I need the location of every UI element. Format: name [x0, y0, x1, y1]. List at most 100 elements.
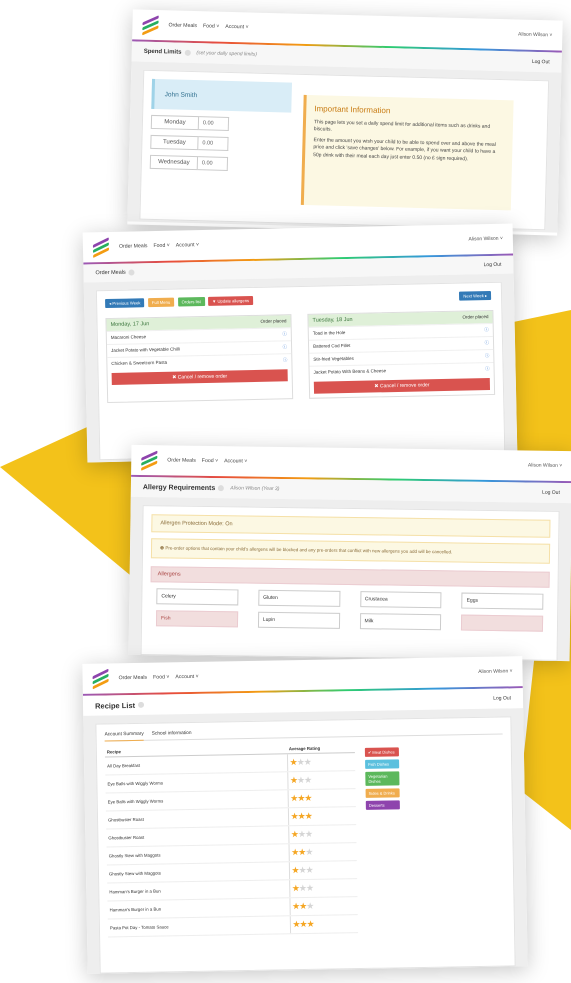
day-card-tuesday: Tuesday, 18 Jun Order placed Toad in the … — [307, 309, 496, 399]
recipe-tabs: Account Summary School information — [104, 725, 503, 742]
recipes-panel: Account Summary School information Recip… — [95, 716, 516, 974]
info-paragraph-1: This page lets you set a daily spend lim… — [313, 118, 491, 133]
logout-link[interactable]: Log Out — [532, 59, 550, 65]
update-allergens-button[interactable]: ▼ Update allergens — [208, 295, 254, 306]
page-title: Spend Limits — [143, 48, 182, 56]
info-icon[interactable]: ⓘ — [283, 357, 288, 363]
allergen-fish[interactable]: Fish — [155, 610, 238, 628]
table-row[interactable]: Pasta Pot Day - Tomato Sauce ★★★ — [107, 914, 359, 937]
rating-stars: ★★★ — [289, 896, 358, 916]
spend-input[interactable]: 0.00 — [197, 156, 229, 171]
order-status: Order placed — [462, 314, 489, 320]
logout-link[interactable]: Log Out — [542, 490, 560, 496]
allergen-milk[interactable]: Milk — [359, 613, 442, 631]
cancel-order-button[interactable]: ✖ Cancel / remove order — [111, 369, 288, 385]
nav-food[interactable]: Food ˅ — [203, 23, 219, 29]
nav-food[interactable]: Food ˅ — [153, 674, 169, 680]
item-name: Macaroni Cheese — [110, 334, 147, 340]
nav-account[interactable]: Account ˅ — [224, 458, 247, 464]
day-label: Tuesday — [150, 134, 199, 151]
day-label: Wednesday — [149, 154, 199, 171]
orders-list-button[interactable]: Orders list — [177, 296, 205, 307]
allergen-crustacea[interactable]: Crustacea — [359, 591, 442, 609]
child-name: John Smith — [151, 78, 293, 113]
rating-stars: ★★★ — [287, 770, 356, 790]
spend-panel: John Smith Monday 0.00 Tuesday 0.00 Wedn… — [139, 69, 550, 231]
cancel-order-button[interactable]: ✖ Cancel / remove order — [313, 378, 491, 394]
category-buttons: ✔ Meat Dishes Fish Dishes Vegetarian Dis… — [364, 747, 400, 813]
day-label: Monday, 17 Jun — [110, 321, 150, 328]
help-icon[interactable] — [218, 485, 225, 492]
spend-input[interactable]: 0.00 — [198, 136, 229, 151]
logo-icon — [142, 14, 159, 35]
nav-order-meals[interactable]: Order Meals — [167, 457, 196, 463]
allergen-gluten[interactable]: Gluten — [258, 589, 340, 607]
star-filled-icon: ★ — [306, 918, 314, 929]
day-card-monday: Monday, 17 Jun Order placed Macaroni Chee… — [105, 314, 294, 404]
orders-panel: ◂ Previous Week Full Menu Orders list ▼ … — [95, 281, 506, 461]
nav-food[interactable]: Food ˅ — [202, 458, 218, 464]
menu-item[interactable]: Chicken & Sweetcorn Pasta ⓘ — [107, 353, 292, 371]
nav-order-meals[interactable]: Order Meals — [119, 675, 148, 681]
info-icon[interactable]: ⓘ — [484, 340, 489, 346]
info-icon[interactable]: ⓘ — [282, 331, 287, 337]
allergen-eggs[interactable]: Eggs — [461, 592, 544, 610]
recipe-list-card: Order Meals Food ˅ Account ˅ Alison Wils… — [82, 656, 528, 974]
nav-account[interactable]: Account ˅ — [225, 24, 248, 31]
nav-account[interactable]: Account ˅ — [176, 242, 199, 248]
orders-body: ◂ Previous Week Full Menu Orders list ▼ … — [83, 273, 518, 463]
tab-school-information[interactable]: School information — [152, 731, 192, 737]
star-empty-icon: ★ — [305, 882, 314, 893]
recipe-table: Recipe Average Rating All Day Breakfast ★… — [104, 743, 359, 937]
category-fish-button[interactable]: Fish Dishes — [365, 759, 400, 769]
orders-toolbar: ◂ Previous Week Full Menu Orders list ▼ … — [105, 290, 493, 309]
nav-food[interactable]: Food ˅ — [153, 243, 169, 249]
order-meals-card: Order Meals Food ˅ Account ˅ Alison Wils… — [82, 223, 518, 463]
rating-stars: ★★★ — [288, 824, 357, 844]
allergen-lupin[interactable]: Lupin — [257, 611, 340, 629]
allergen-grid: Celery Gluten Crustacea Eggs Fish Lupin … — [150, 582, 550, 638]
user-menu[interactable]: Alison Wilson ˅ — [468, 236, 502, 243]
logo-icon — [92, 236, 110, 258]
info-icon[interactable]: ⓘ — [283, 344, 288, 350]
page-title: Recipe List — [94, 700, 136, 711]
allergy-card: Order Meals Food ˅ Account ˅ Alison Wils… — [128, 444, 571, 662]
full-menu-button[interactable]: Full Menu — [147, 297, 175, 308]
help-icon[interactable] — [138, 701, 145, 708]
nav-account[interactable]: Account ˅ — [175, 674, 198, 680]
allergen-blank[interactable] — [461, 614, 544, 632]
category-desserts-button[interactable]: Desserts — [365, 800, 400, 810]
spend-input[interactable]: 0.00 — [198, 116, 230, 131]
info-title: Important Information — [314, 104, 391, 116]
category-vegetarian-button[interactable]: Vegetarian Dishes — [365, 771, 400, 786]
star-empty-icon: ★ — [305, 864, 313, 875]
tab-account-summary[interactable]: Account Summary — [104, 731, 144, 742]
star-empty-icon: ★ — [303, 774, 312, 786]
item-name: Chicken & Sweetcorn Pasta — [111, 359, 168, 366]
category-sides-button[interactable]: Sides & Drinks — [365, 788, 400, 798]
menu-item[interactable]: Jacket Potato With Beans & Cheese ⓘ — [309, 361, 494, 379]
logout-link[interactable]: Log Out — [484, 262, 502, 268]
rating-stars: ★★★ — [288, 842, 357, 862]
important-info-box: Important Information This page lets you… — [300, 94, 514, 211]
info-icon[interactable]: ⓘ — [484, 327, 489, 333]
prev-week-button[interactable]: ◂ Previous Week — [105, 298, 145, 309]
allergen-celery[interactable]: Celery — [156, 588, 239, 606]
star-empty-icon: ★ — [305, 846, 313, 857]
info-icon[interactable]: ⓘ — [485, 353, 490, 359]
logout-link[interactable]: Log Out — [493, 695, 511, 701]
user-menu[interactable]: Alison Wilson ˅ — [478, 668, 512, 675]
user-menu[interactable]: Alison Wilson ˅ — [528, 462, 562, 468]
day-label: Tuesday, 18 Jun — [312, 316, 353, 324]
nav-order-meals[interactable]: Order Meals — [168, 22, 197, 29]
info-paragraph-2: Enter the amount you wish your child to … — [313, 137, 496, 162]
spend-limits-card: Order Meals Food ˅ Account ˅ Alison Wils… — [127, 9, 563, 236]
user-menu[interactable]: Alison Wilson ˅ — [518, 32, 552, 39]
nav-order-meals[interactable]: Order Meals — [119, 243, 148, 250]
category-meat-button[interactable]: ✔ Meat Dishes — [364, 747, 399, 757]
info-icon[interactable]: ⓘ — [485, 366, 490, 372]
next-week-button[interactable]: Next Week ▸ — [459, 290, 492, 301]
page-title: Order Meals — [95, 269, 126, 277]
help-icon[interactable] — [128, 269, 135, 276]
help-icon[interactable] — [184, 49, 191, 56]
